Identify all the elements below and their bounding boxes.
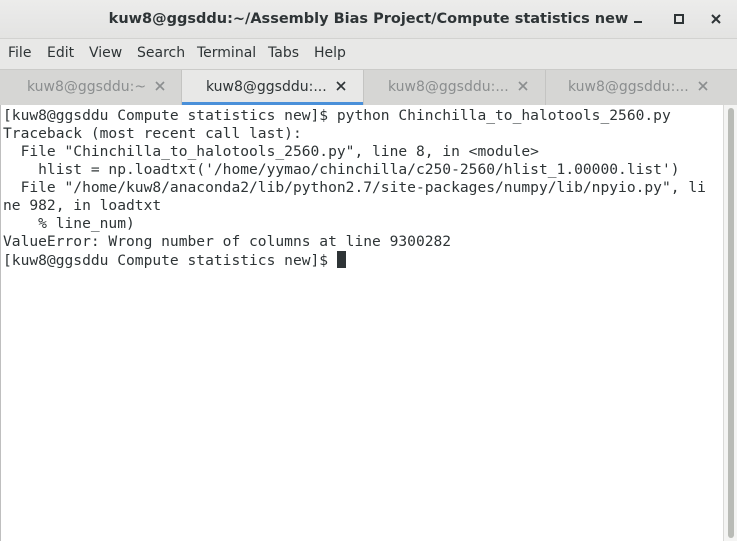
- terminal-line: ValueError: Wrong number of columns at l…: [3, 233, 452, 250]
- title-bar[interactable]: kuw8@ggsddu:~/Assembly Bias Project/Comp…: [0, 0, 737, 39]
- terminal-line: [kuw8@ggsddu Compute statistics new]$ py…: [3, 107, 671, 124]
- terminal-line: Traceback (most recent call last):: [3, 125, 302, 142]
- tab-4[interactable]: kuw8@ggsddu:...: [546, 70, 737, 105]
- shell-prompt: [kuw8@ggsddu Compute statistics new]$: [3, 252, 337, 269]
- menu-file[interactable]: File: [8, 45, 31, 61]
- maximize-icon: [674, 14, 684, 24]
- terminal-line: ne 982, in loadtxt: [3, 197, 162, 214]
- minimize-button[interactable]: [627, 8, 649, 30]
- tab-close-button[interactable]: [153, 79, 167, 93]
- text-cursor: [336, 251, 346, 268]
- tab-3[interactable]: kuw8@ggsddu:...: [364, 70, 546, 105]
- terminal-output[interactable]: [kuw8@ggsddu Compute statistics new]$ py…: [0, 105, 723, 541]
- tab-label: kuw8@ggsddu:...: [568, 79, 689, 95]
- tab-label: kuw8@ggsddu:~: [27, 79, 147, 95]
- scrollbar-thumb[interactable]: [728, 108, 734, 538]
- tab-1[interactable]: kuw8@ggsddu:~: [0, 70, 182, 105]
- menu-view[interactable]: View: [89, 45, 122, 61]
- terminal-window: kuw8@ggsddu:~/Assembly Bias Project/Comp…: [0, 0, 737, 541]
- scrollbar[interactable]: [723, 105, 737, 541]
- close-window-button[interactable]: [705, 8, 727, 30]
- menu-tabs[interactable]: Tabs: [268, 45, 299, 61]
- menu-help[interactable]: Help: [314, 45, 346, 61]
- tab-close-button[interactable]: [334, 79, 348, 93]
- menu-search[interactable]: Search: [137, 45, 185, 61]
- tab-2[interactable]: kuw8@ggsddu:...: [182, 70, 364, 105]
- maximize-button[interactable]: [668, 8, 690, 30]
- tab-label: kuw8@ggsddu:...: [388, 79, 509, 95]
- tab-label: kuw8@ggsddu:...: [206, 79, 327, 95]
- terminal-line: File "Chinchilla_to_halotools_2560.py", …: [3, 143, 539, 160]
- tab-close-button[interactable]: [696, 79, 710, 93]
- terminal-line: File "/home/kuw8/anaconda2/lib/python2.7…: [3, 179, 706, 196]
- close-icon: [155, 81, 165, 91]
- menu-bar: File Edit View Search Terminal Tabs Help: [0, 39, 737, 69]
- tab-bar: kuw8@ggsddu:~ kuw8@ggsddu:... kuw8@ggsdd…: [0, 69, 737, 105]
- tab-close-button[interactable]: [516, 79, 530, 93]
- menu-edit[interactable]: Edit: [47, 45, 74, 61]
- terminal-prompt-line: [kuw8@ggsddu Compute statistics new]$: [3, 251, 346, 269]
- terminal-line: hlist = np.loadtxt('/home/yymao/chinchil…: [3, 161, 680, 178]
- close-icon: [711, 14, 721, 24]
- close-icon: [518, 81, 528, 91]
- close-icon: [698, 81, 708, 91]
- terminal-line: % line_num): [3, 215, 135, 232]
- close-icon: [336, 81, 346, 91]
- minimize-icon: [634, 21, 642, 23]
- menu-terminal[interactable]: Terminal: [197, 45, 256, 61]
